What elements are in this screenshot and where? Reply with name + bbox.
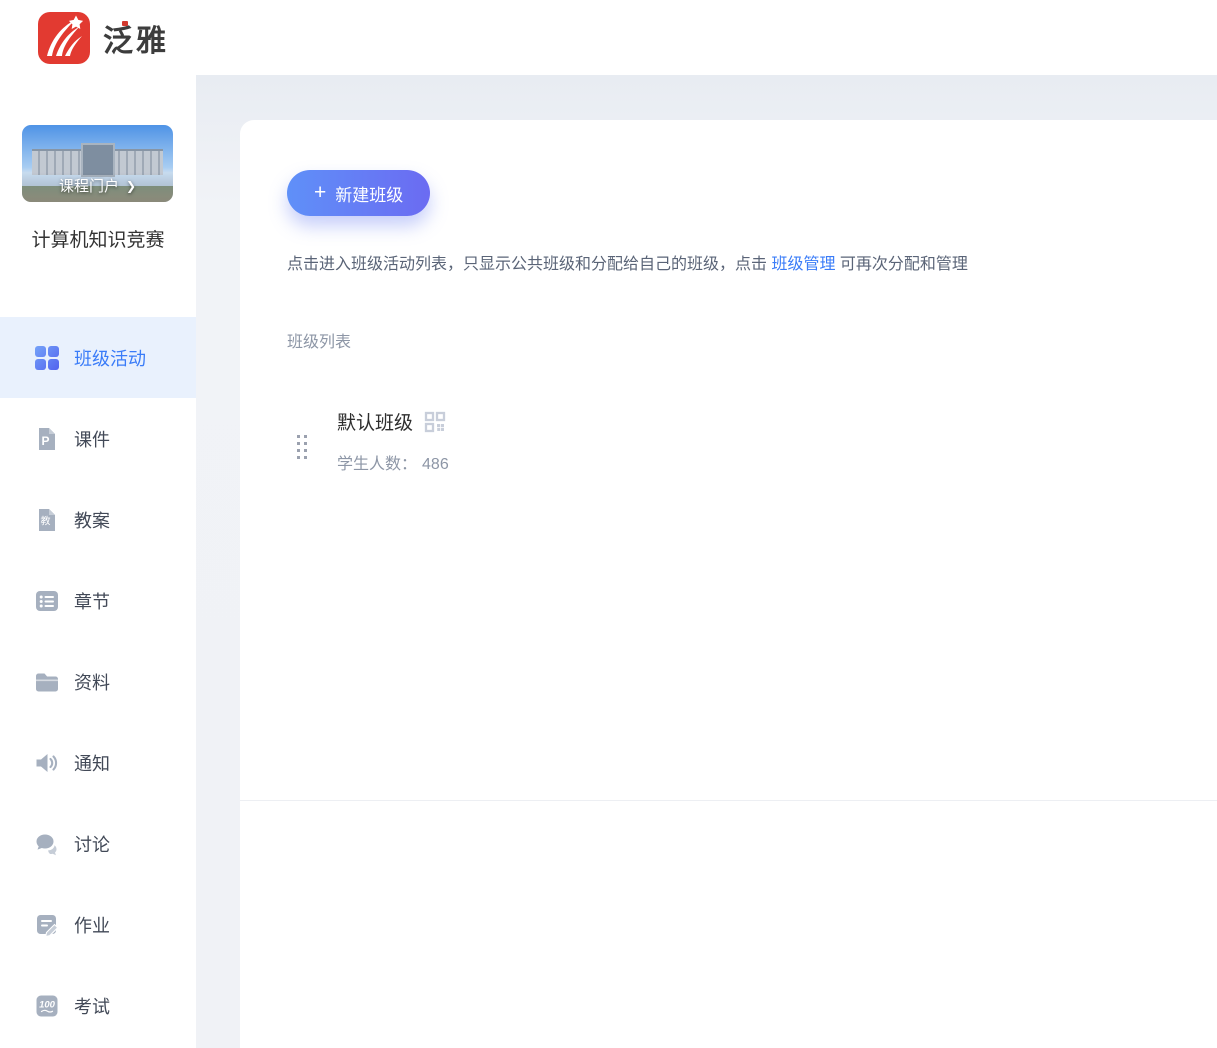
svg-text:100: 100	[39, 999, 56, 1010]
sidebar-item-label: 讨论	[74, 831, 110, 857]
qr-code-icon[interactable]	[424, 411, 446, 433]
fanya-comet-star-icon	[38, 12, 90, 64]
sidebar-item-label: 课件	[74, 426, 110, 452]
sidebar-item-exams[interactable]: 100 考试	[0, 965, 196, 1046]
class-row-default[interactable]: 默认班级	[240, 398, 1217, 498]
class-list-description: 点击进入班级活动列表，只显示公共班级和分配给自己的班级，点击 班级管理 可再次分…	[287, 253, 968, 276]
svg-text:教: 教	[41, 514, 51, 527]
plus-icon: +	[314, 182, 326, 203]
sidebar-item-lesson-plans[interactable]: 教 教案	[0, 479, 196, 560]
class-manage-link[interactable]: 班级管理	[771, 256, 835, 273]
student-count-value: 486	[422, 456, 449, 473]
sidebar-item-label: 章节	[74, 588, 110, 614]
sidebar-item-class-activities[interactable]: 班级活动	[0, 317, 196, 398]
courseware-doc-icon: P	[34, 426, 60, 452]
course-title: 计算机知识竞赛	[0, 225, 196, 256]
brand-logo[interactable]: 泛雅	[38, 12, 169, 64]
sidebar-item-label: 作业	[74, 912, 110, 938]
sidebar-item-label: 班级活动	[74, 345, 146, 371]
sidebar-item-discussion[interactable]: 讨论	[0, 803, 196, 884]
page: 泛雅 课程门户 ❯ 计算机知识竞赛	[0, 0, 1217, 1048]
exam-100-icon: 100	[34, 993, 60, 1019]
course-sidebar: 课程门户 ❯ 计算机知识竞赛	[0, 75, 196, 1048]
brand-name: 泛雅	[103, 16, 169, 60]
sidebar-item-notices[interactable]: 通知	[0, 722, 196, 803]
lesson-plan-doc-icon: 教	[34, 507, 60, 533]
sidebar-item-materials[interactable]: 资料	[0, 641, 196, 722]
sidebar-item-homework[interactable]: 作业	[0, 884, 196, 965]
new-class-button[interactable]: + 新建班级	[287, 170, 430, 216]
homework-pencil-icon	[34, 912, 60, 938]
chapters-list-icon	[34, 588, 60, 614]
class-activities-panel: + 新建班级 点击进入班级活动列表，只显示公共班级和分配给自己的班级，点击 班级…	[240, 120, 1217, 1048]
sidebar-menu: 班级活动 P 课件 教	[0, 317, 196, 1046]
course-portal-link[interactable]: 课程门户 ❯	[22, 175, 173, 196]
sidebar-item-label: 教案	[74, 507, 110, 533]
drag-handle-icon[interactable]	[297, 435, 307, 459]
sidebar-item-label: 通知	[74, 750, 110, 776]
materials-folder-icon	[34, 669, 60, 695]
discussion-chat-icon	[34, 831, 60, 857]
row-divider	[240, 800, 1217, 801]
course-portal-card[interactable]: 课程门户 ❯	[22, 125, 173, 202]
student-count-label: 学生人数：	[337, 456, 417, 473]
top-header: 泛雅	[0, 0, 1217, 75]
svg-text:P: P	[41, 434, 49, 448]
sidebar-item-courseware[interactable]: P 课件	[0, 398, 196, 479]
student-count-line: 学生人数： 486	[337, 450, 449, 474]
brand-red-dot	[122, 21, 128, 26]
class-list-label: 班级列表	[287, 328, 351, 352]
sidebar-item-label: 资料	[74, 669, 110, 695]
class-name: 默认班级	[337, 408, 413, 435]
new-class-button-label: 新建班级	[335, 181, 403, 206]
sidebar-item-chapters[interactable]: 章节	[0, 560, 196, 641]
chevron-right-icon: ❯	[126, 180, 136, 192]
notice-speaker-icon	[34, 750, 60, 776]
grid-icon	[34, 345, 60, 371]
sidebar-item-label: 考试	[74, 993, 110, 1019]
